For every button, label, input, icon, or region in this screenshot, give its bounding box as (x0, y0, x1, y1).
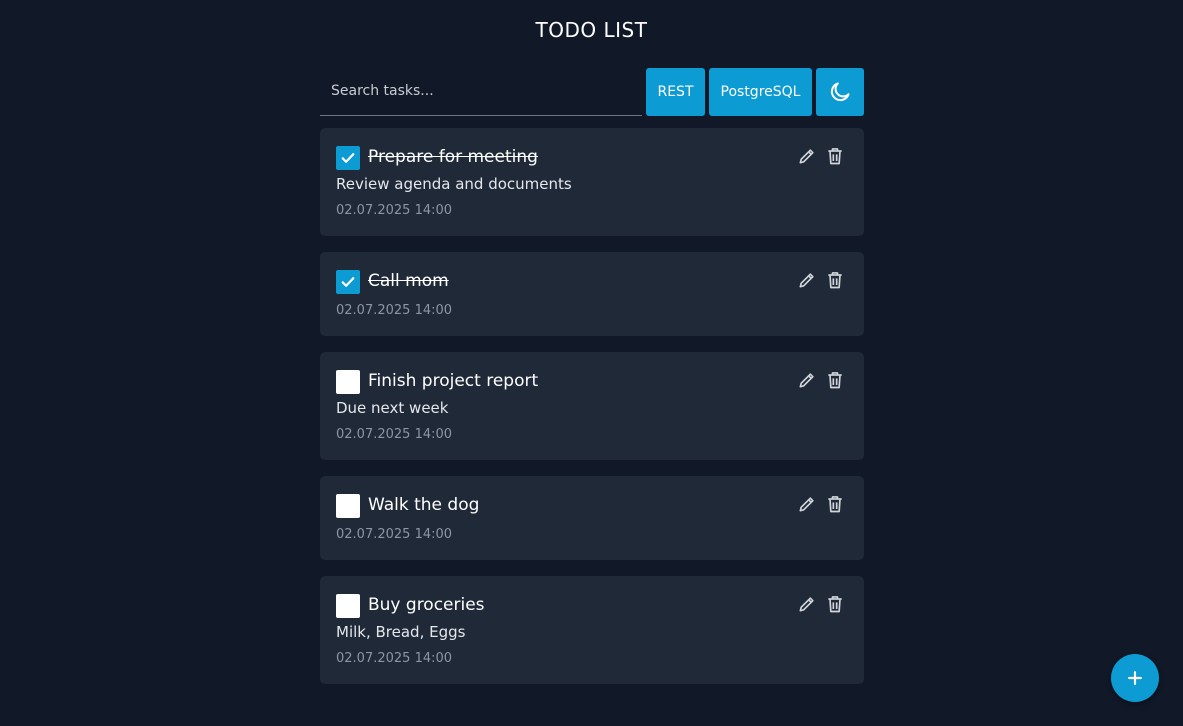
todo-item: Finish project report Due next week 02.0… (320, 352, 864, 460)
todo-item: Buy groceries Milk, Bread, Eggs 02.07.20… (320, 576, 864, 684)
todo-checkbox[interactable] (336, 370, 360, 394)
trash-icon[interactable] (824, 593, 846, 615)
todo-description: Due next week (336, 399, 449, 417)
todo-title: Call mom (368, 271, 449, 291)
todo-title: Buy groceries (368, 595, 485, 615)
add-task-button[interactable] (1111, 654, 1159, 702)
todo-checkbox[interactable] (336, 494, 360, 518)
rest-button[interactable]: REST (646, 68, 705, 116)
todo-description: Review agenda and documents (336, 175, 572, 193)
trash-icon[interactable] (824, 145, 846, 167)
search-field (320, 68, 642, 116)
plus-icon (1128, 671, 1142, 685)
edit-icon[interactable] (796, 269, 818, 291)
todo-item: Walk the dog 02.07.2025 14:00 (320, 476, 864, 560)
todo-checkbox[interactable] (336, 594, 360, 618)
search-input[interactable] (320, 68, 642, 114)
todo-checkbox[interactable] (336, 270, 360, 294)
todo-item: Call mom 02.07.2025 14:00 (320, 252, 864, 336)
edit-icon[interactable] (796, 369, 818, 391)
todo-checkbox[interactable] (336, 146, 360, 170)
todo-description: Milk, Bread, Eggs (336, 623, 466, 641)
page-title: TODO LIST (535, 18, 648, 42)
postgresql-button[interactable]: PostgreSQL (709, 68, 812, 116)
todo-item: Prepare for meeting Review agenda and do… (320, 128, 864, 236)
toolbar: REST PostgreSQL (320, 68, 864, 116)
todo-date: 02.07.2025 14:00 (336, 303, 453, 318)
checkmark-icon (341, 277, 355, 287)
trash-icon[interactable] (824, 493, 846, 515)
checkmark-icon (341, 153, 355, 163)
todo-title: Finish project report (368, 371, 539, 391)
edit-icon[interactable] (796, 493, 818, 515)
edit-icon[interactable] (796, 145, 818, 167)
moon-icon (830, 82, 850, 102)
todo-date: 02.07.2025 14:00 (336, 427, 453, 442)
edit-icon[interactable] (796, 593, 818, 615)
todo-title: Walk the dog (368, 495, 480, 515)
trash-icon[interactable] (824, 269, 846, 291)
todo-date: 02.07.2025 14:00 (336, 203, 453, 218)
theme-toggle-button[interactable] (816, 68, 864, 116)
todo-title: Prepare for meeting (368, 147, 538, 167)
todo-date: 02.07.2025 14:00 (336, 651, 453, 666)
todo-date: 02.07.2025 14:00 (336, 527, 453, 542)
trash-icon[interactable] (824, 369, 846, 391)
